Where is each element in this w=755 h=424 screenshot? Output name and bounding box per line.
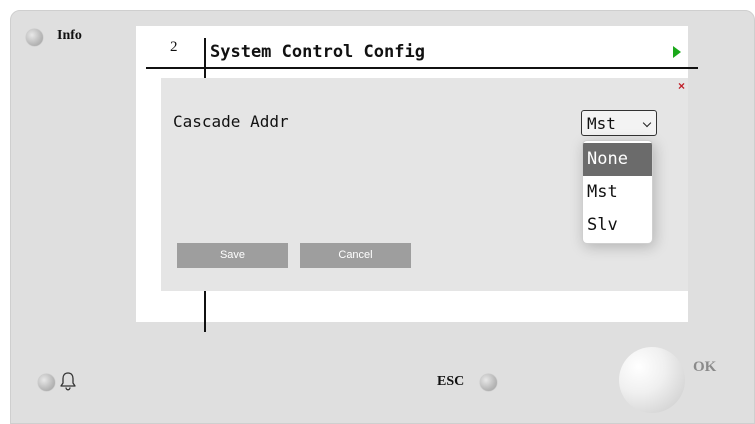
ok-knob[interactable] [619,347,685,413]
option-slv[interactable]: Slv [583,209,652,242]
cascade-addr-select[interactable]: Mst [581,110,657,136]
cascade-addr-label: Cascade Addr [173,112,289,131]
header-divider [146,67,698,69]
info-led-icon[interactable] [26,29,43,46]
ok-label: OK [693,359,717,375]
close-icon[interactable]: × [678,80,685,92]
chevron-down-icon [642,118,652,128]
esc-label: ESC [437,374,465,389]
save-button[interactable]: Save [177,243,288,268]
bell-icon[interactable] [59,371,77,392]
select-value: Mst [587,114,616,133]
esc-led-icon[interactable] [480,374,497,391]
cancel-button[interactable]: Cancel [300,243,411,268]
info-label: Info [57,28,82,43]
page-title: System Control Config [210,42,425,62]
line-number: 2 [170,39,178,55]
option-none[interactable]: None [583,143,652,176]
alarm-led-icon[interactable] [38,374,55,391]
option-mst[interactable]: Mst [583,176,652,209]
cascade-addr-dropdown: None Mst Slv [582,140,653,244]
play-arrow-icon[interactable] [673,46,681,58]
